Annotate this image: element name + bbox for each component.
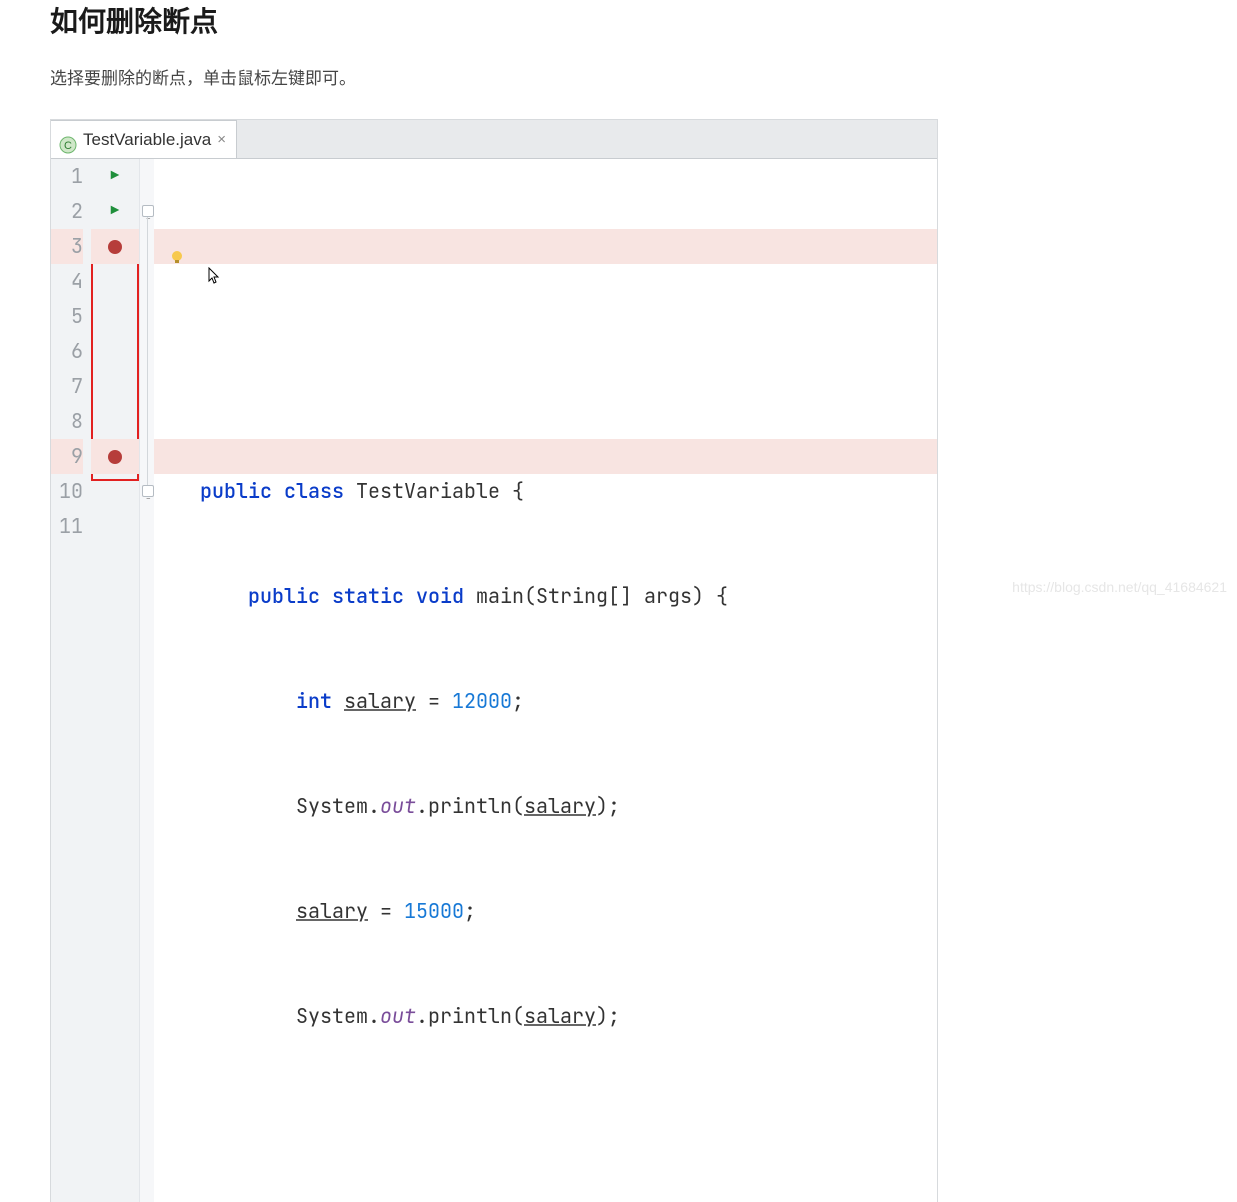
line-number: 6: [51, 334, 83, 369]
editor-tab[interactable]: C TestVariable.java ×: [51, 120, 237, 158]
line-number: 4: [51, 264, 83, 299]
section-heading: 如何删除断点: [50, 0, 1187, 40]
run-icon[interactable]: ▶: [111, 159, 119, 194]
editor-tabbar: C TestVariable.java ×: [51, 120, 937, 159]
fold-handle-icon[interactable]: [142, 485, 154, 497]
fold-handle-icon[interactable]: [142, 205, 154, 217]
code-editor: C TestVariable.java × 1 2 3 4 5 6 7 8 9 …: [50, 119, 938, 1202]
line-number: 8: [51, 404, 83, 439]
hint-gutter: [154, 159, 200, 1202]
tab-filename: TestVariable.java: [83, 122, 211, 157]
line-number: 5: [51, 299, 83, 334]
code-area[interactable]: public class TestVariable { public stati…: [200, 159, 937, 1202]
fold-gutter[interactable]: [139, 159, 154, 1202]
svg-text:C: C: [64, 140, 72, 152]
line-number: 7: [51, 369, 83, 404]
line-number: 11: [51, 509, 83, 544]
java-class-icon: C: [59, 131, 77, 149]
line-number-gutter: 1 2 3 4 5 6 7 8 9 10 11: [51, 159, 91, 1202]
line-number: 3: [51, 229, 83, 264]
breakpoint-icon[interactable]: [108, 450, 122, 464]
line-number: 10: [51, 474, 83, 509]
fold-guide: [147, 217, 148, 485]
instruction-text: 选择要删除的断点，单击鼠标左键即可。: [50, 64, 1187, 89]
watermark-text: https://blog.csdn.net/qq_41684621: [1012, 579, 1227, 595]
line-number: 2: [51, 194, 83, 229]
line-number: 9: [51, 439, 83, 474]
line-number: 1: [51, 159, 83, 194]
breakpoint-line-highlight: [200, 439, 937, 474]
mouse-cursor-icon: [208, 267, 220, 285]
breakpoint-gutter[interactable]: ▶ ▶: [91, 159, 139, 1202]
close-icon[interactable]: ×: [217, 122, 226, 157]
breakpoint-icon[interactable]: [108, 240, 122, 254]
lightbulb-icon[interactable]: [170, 240, 184, 254]
breakpoint-line-highlight: [200, 229, 937, 264]
run-icon[interactable]: ▶: [111, 194, 119, 229]
